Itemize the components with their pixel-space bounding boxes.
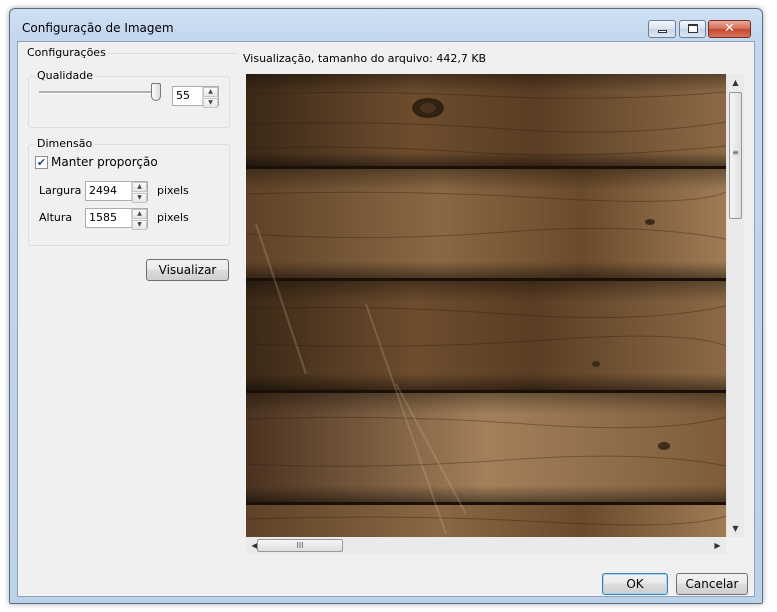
quality-slider-track[interactable]: [39, 91, 156, 94]
preview-caption: Visualização, tamanho do arquivo: 442,7 …: [243, 52, 487, 65]
grip-icon: ≡: [732, 148, 739, 157]
grip-icon: III: [296, 541, 304, 550]
image-preview: [246, 74, 726, 537]
spin-down-icon[interactable]: ▼: [132, 220, 147, 230]
image-settings-dialog: Configuração de Imagem ✕ Configurações Q…: [9, 8, 763, 604]
width-unit-label: pixels: [157, 184, 189, 197]
maximize-button[interactable]: [679, 20, 706, 38]
vertical-scrollbar[interactable]: ▲ ≡ ▼: [726, 74, 744, 537]
spin-up-icon[interactable]: ▲: [203, 87, 218, 97]
dimension-group-label: Dimensão: [35, 137, 95, 150]
quality-value: 55: [176, 89, 190, 102]
cancel-button[interactable]: Cancelar: [676, 573, 748, 595]
scroll-down-icon[interactable]: ▼: [727, 520, 744, 537]
horizontal-scroll-thumb[interactable]: III: [257, 539, 343, 552]
minimize-icon: [658, 30, 667, 33]
height-unit-label: pixels: [157, 211, 189, 224]
close-button[interactable]: ✕: [708, 20, 751, 38]
dialog-client-area: Configurações Qualidade 55 ▲ ▼ Dimensão ✔…: [17, 41, 755, 597]
quality-slider-thumb[interactable]: [151, 83, 161, 101]
spin-up-icon[interactable]: ▲: [132, 209, 147, 219]
width-spinner[interactable]: 2494 ▲ ▼: [85, 181, 148, 203]
height-label: Altura: [39, 211, 73, 224]
maximize-icon: [688, 24, 698, 33]
quality-group-label: Qualidade: [35, 69, 95, 82]
width-label: Largura: [39, 184, 82, 197]
wood-planks-image: [246, 74, 726, 537]
spin-up-icon[interactable]: ▲: [132, 182, 147, 192]
vertical-scroll-thumb[interactable]: ≡: [729, 92, 742, 219]
horizontal-scrollbar[interactable]: ◀ III ▶: [246, 537, 726, 554]
spin-down-icon[interactable]: ▼: [203, 98, 218, 108]
checkmark-icon: ✔: [36, 156, 47, 169]
minimize-button[interactable]: [648, 20, 676, 38]
settings-group-label: Configurações: [25, 46, 108, 59]
title-bar[interactable]: Configuração de Imagem ✕: [10, 9, 762, 41]
preview-button[interactable]: Visualizar: [146, 259, 229, 281]
height-value: 1585: [89, 211, 117, 224]
ok-button[interactable]: OK: [602, 573, 668, 595]
width-value: 2494: [89, 184, 117, 197]
scroll-up-icon[interactable]: ▲: [727, 74, 744, 91]
height-spinner[interactable]: 1585 ▲ ▼: [85, 208, 148, 230]
keep-ratio-label: Manter proporção: [51, 155, 158, 169]
scroll-right-icon[interactable]: ▶: [709, 537, 726, 554]
keep-ratio-checkbox[interactable]: ✔: [35, 156, 48, 169]
window-title: Configuração de Imagem: [22, 21, 174, 35]
close-icon: ✕: [724, 21, 735, 36]
quality-spinner[interactable]: 55 ▲ ▼: [172, 86, 219, 108]
spin-down-icon[interactable]: ▼: [132, 193, 147, 203]
